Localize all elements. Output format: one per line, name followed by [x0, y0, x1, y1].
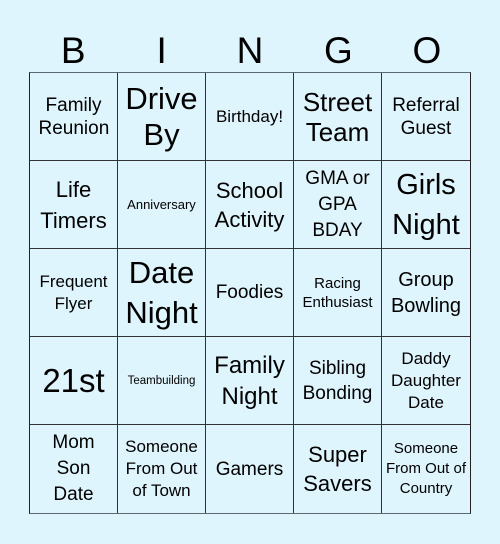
bingo-cell[interactable]: Life Timers — [30, 161, 118, 249]
bingo-cell[interactable]: School Activity — [206, 161, 294, 249]
cell-label: School Activity — [214, 177, 285, 232]
bingo-cell[interactable]: Sibling Bonding — [294, 337, 382, 425]
cell-label: GMA or GPA BDAY — [305, 167, 370, 241]
cell-label: Someone From Out of Country — [385, 440, 467, 497]
bingo-cell[interactable]: GMA or GPA BDAY — [294, 161, 382, 249]
bingo-cell[interactable]: Super Savers — [294, 425, 382, 513]
bingo-cell[interactable]: Someone From Out of Town — [118, 425, 206, 513]
bingo-cell[interactable]: Family Reunion — [30, 73, 118, 161]
bingo-cell[interactable]: Teambuilding — [118, 337, 206, 425]
cell-label: Teambuilding — [127, 374, 196, 387]
bingo-cell[interactable]: Street Team — [294, 73, 382, 161]
header-letter-b: B — [60, 30, 86, 71]
bingo-cell[interactable]: Date Night — [118, 249, 206, 337]
cell-label: Date Night — [125, 254, 198, 330]
header-letter-i: I — [156, 30, 167, 71]
cell-label: Gamers — [215, 458, 284, 480]
header-letter-n: N — [236, 30, 264, 71]
header-letter-o: O — [412, 30, 442, 71]
cell-label: Street Team — [302, 86, 373, 147]
cell-label: Mom Son Date — [52, 432, 95, 505]
bingo-cell[interactable]: Racing Enthusiast — [294, 249, 382, 337]
cell-label: Drive By — [125, 80, 198, 152]
cell-label: Group Bowling — [390, 268, 462, 317]
cell-label: Someone From Out of Town — [125, 437, 198, 500]
bingo-cell[interactable]: Group Bowling — [382, 249, 470, 337]
cell-label: Sibling Bonding — [302, 357, 373, 404]
cell-label: Family Night — [214, 351, 285, 410]
cell-label: Foodies — [215, 282, 284, 303]
cell-label: Referral Guest — [392, 94, 460, 139]
bingo-cell[interactable]: Frequent Flyer — [30, 249, 118, 337]
cell-label: Anniversary — [127, 196, 196, 212]
bingo-cell[interactable]: Foodies — [206, 249, 294, 337]
bingo-cell[interactable]: Mom Son Date — [30, 425, 118, 513]
bingo-cell[interactable]: Referral Guest — [382, 73, 470, 161]
bingo-cell[interactable]: Anniversary — [118, 161, 206, 249]
cell-label: Family Reunion — [38, 94, 110, 139]
cell-label: 21st — [42, 361, 105, 399]
cell-label: Daddy Daughter Date — [391, 348, 461, 412]
bingo-cell[interactable]: Birthday! — [206, 73, 294, 161]
header-letter-g: G — [324, 30, 353, 71]
bingo-cell[interactable]: Drive By — [118, 73, 206, 161]
bingo-card-grid: Family Reunion Drive By Birthday! Street… — [29, 72, 471, 514]
bingo-cell[interactable]: Daddy Daughter Date — [382, 337, 470, 425]
bingo-cell[interactable]: Girls Night — [382, 161, 470, 249]
cell-label: Racing Enthusiast — [302, 274, 373, 311]
cell-label: Super Savers — [303, 442, 372, 496]
bingo-cell[interactable]: Family Night — [206, 337, 294, 425]
bingo-cell[interactable]: Gamers — [206, 425, 294, 513]
bingo-header: B I N G O — [29, 30, 471, 72]
cell-label: Frequent Flyer — [39, 271, 108, 313]
cell-label: Girls Night — [392, 168, 460, 241]
bingo-cell[interactable]: 21st — [30, 337, 118, 425]
cell-label: Birthday! — [215, 106, 284, 126]
cell-label: Life Timers — [40, 176, 107, 233]
bingo-cell[interactable]: Someone From Out of Country — [382, 425, 470, 513]
